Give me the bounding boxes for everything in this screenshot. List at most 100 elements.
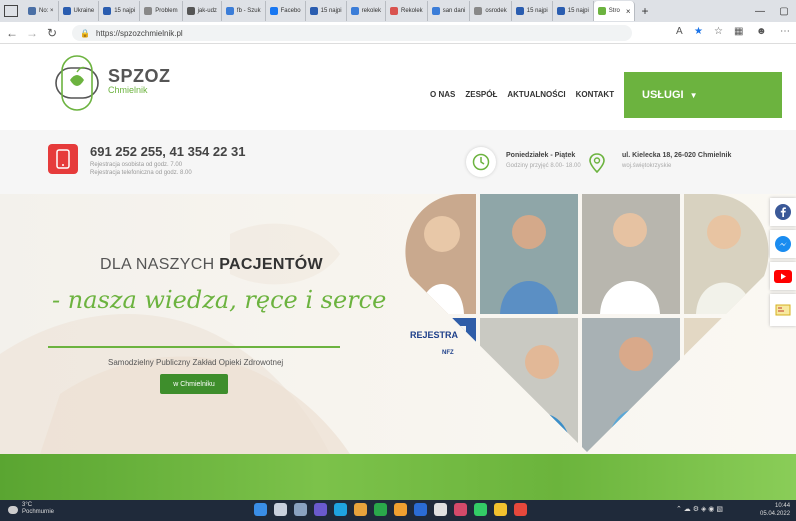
spzoz-favicon-icon (597, 7, 606, 15)
browser-tab[interactable]: osrodek (470, 1, 512, 21)
tab-label: Rekolek (401, 8, 423, 14)
browser-tab[interactable]: fb - Szuk (222, 1, 266, 21)
tab-favicon-icon (474, 7, 483, 15)
system-tray-icons[interactable]: ⌃ ☁ ⚙ ◈ ◉ ▧ (676, 505, 723, 513)
browser-tab[interactable]: Rekolek (386, 1, 428, 21)
green-banner (0, 454, 796, 500)
phone-icon (48, 144, 78, 174)
more-menu-icon[interactable]: ⋯ (780, 26, 790, 37)
browser-tab[interactable]: 15 najpi (553, 1, 594, 21)
logo-text[interactable]: SPZOZ Chmielnik (108, 66, 171, 95)
tab-favicon-icon (225, 7, 234, 15)
explorer-icon[interactable] (394, 503, 407, 516)
profile-icon[interactable]: ☻ (756, 26, 767, 37)
address-bar: ← → ↻ 🔒 https://spzozchmielnik.pl A ★ ☆ … (0, 22, 796, 44)
browser-tab[interactable]: Facebo (266, 1, 306, 21)
os-taskbar: 3°C Pochmurnie ⌃ ☁ ⚙ ◈ ◉ ▧ 10:44 05.04.2… (0, 500, 796, 521)
word-icon[interactable] (414, 503, 427, 516)
store-icon[interactable] (454, 503, 467, 516)
tab-label: fb - Szuk (236, 8, 261, 14)
opening-days: Poniedziałek - Piątek (506, 152, 576, 159)
nav-item[interactable]: O NAS (430, 90, 455, 99)
tab-list: No: × Ukraine 15 najpi Problem jak-udz fb - S… (24, 1, 594, 21)
folder-icon[interactable] (494, 503, 507, 516)
firefox-icon[interactable] (354, 503, 367, 516)
vlc-icon[interactable] (514, 503, 527, 516)
back-icon[interactable]: ← (4, 26, 20, 40)
app-icon[interactable] (474, 503, 487, 516)
nfz-logo-text: NFZ (442, 350, 454, 356)
messenger-icon[interactable] (770, 230, 796, 258)
main-navigation: O NAS ZESPÓŁ AKTUALNOŚCI KONTAKT (430, 90, 614, 99)
tab-favicon-icon (350, 7, 359, 15)
taskbar-clock[interactable]: 10:44 05.04.2022 (760, 502, 790, 518)
tab-favicon-icon (186, 7, 195, 15)
browser-tab[interactable]: Problem (140, 1, 183, 21)
weather-widget[interactable]: 3°C Pochmurnie (22, 502, 54, 516)
tab-favicon-icon (103, 7, 112, 15)
caret-down-icon: ▼ (689, 90, 698, 100)
browser-tab[interactable]: san dani (428, 1, 471, 21)
hero-button[interactable]: w Chmielniku (160, 374, 228, 394)
search-icon[interactable] (274, 503, 287, 516)
phone-numbers[interactable]: 691 252 255, 41 354 22 31 (90, 144, 245, 159)
edge-icon[interactable] (334, 503, 347, 516)
tab-favicon-icon (269, 7, 278, 15)
nav-item[interactable]: KONTAKT (576, 90, 615, 99)
nav-item[interactable]: AKTUALNOŚCI (507, 90, 565, 99)
favorite-star-icon[interactable]: ★ (694, 26, 703, 37)
start-windows-icon[interactable] (254, 503, 267, 516)
hero-heading: DLA NASZYCH PACJENTÓW (100, 256, 323, 274)
maximize-icon[interactable]: ▢ (772, 6, 796, 17)
browser-tabbar: No: × Ukraine 15 najpi Problem jak-udz fb - S… (0, 0, 796, 22)
lock-icon: 🔒 (80, 28, 90, 38)
nav-item[interactable]: ZESPÓŁ (465, 90, 497, 99)
tab-close-icon[interactable]: × (626, 7, 631, 16)
collections-icon[interactable]: ▦ (734, 26, 743, 37)
new-tab-button[interactable]: + (641, 4, 648, 18)
tab-active[interactable]: Stro × (593, 1, 636, 21)
hero-heading-bold: PACJENTÓW (219, 256, 323, 273)
notepad-icon[interactable] (434, 503, 447, 516)
spzoz-logo-icon[interactable] (48, 54, 106, 112)
chat-icon[interactable] (314, 503, 327, 516)
tab-favicon-icon (390, 7, 398, 15)
url-field[interactable]: 🔒 https://spzozchmielnik.pl (72, 25, 632, 41)
browser-tab[interactable]: Ukraine (59, 1, 100, 21)
tab-label: 15 najpi (567, 8, 589, 14)
facebook-icon[interactable] (770, 198, 796, 226)
tab-label: Facebo (280, 8, 301, 14)
tab-favicon-icon (309, 7, 318, 15)
contact-info-bar: 691 252 255, 41 354 22 31 Rejestracja os… (0, 130, 796, 194)
browser-tab[interactable]: 15 najpi (512, 1, 553, 21)
chrome-icon[interactable] (374, 503, 387, 516)
youtube-icon[interactable] (770, 262, 796, 290)
reload-icon[interactable]: ↻ (44, 26, 60, 40)
bip-icon[interactable] (770, 294, 796, 326)
tab-label: 15 najpi (320, 8, 342, 14)
tab-label: san dani (442, 8, 466, 14)
browser-tab[interactable]: No: × (24, 1, 59, 21)
registration-phone: Rejestracja telefoniczna od godz. 8.00 (90, 170, 192, 176)
opening-hours: Godziny przyjęć 8.00- 18.00 (506, 163, 581, 169)
hero-section: DLA NASZYCH PACJENTÓW - nasza wiedza, rę… (0, 194, 796, 454)
tab-label: osrodek (485, 8, 507, 14)
clock-time: 10:44 (775, 503, 791, 509)
browser-tab[interactable]: 15 najpi (306, 1, 347, 21)
hero-slogan: - nasza wiedza, ręce i serce (52, 286, 387, 314)
browser-tab[interactable]: jak-udz (183, 1, 222, 21)
read-aloud-icon[interactable]: A (676, 26, 683, 37)
window-menu-icon[interactable] (4, 5, 18, 17)
hero-divider (48, 346, 340, 348)
tab-label: 15 najpi (526, 8, 548, 14)
task-view-icon[interactable] (294, 503, 307, 516)
tab-active-label: Stro (608, 8, 620, 14)
staff-photo-collage: REJESTRA NFZ (405, 194, 769, 452)
clock-icon (466, 147, 496, 177)
browser-tab[interactable]: rekolek (347, 1, 386, 21)
browser-tab[interactable]: 15 najpi (99, 1, 141, 21)
forward-icon[interactable]: → (24, 26, 40, 40)
minimize-icon[interactable]: — (748, 6, 772, 17)
favorites-icon[interactable]: ☆ (714, 26, 723, 37)
services-button[interactable]: USŁUGI ▼ (624, 72, 782, 118)
